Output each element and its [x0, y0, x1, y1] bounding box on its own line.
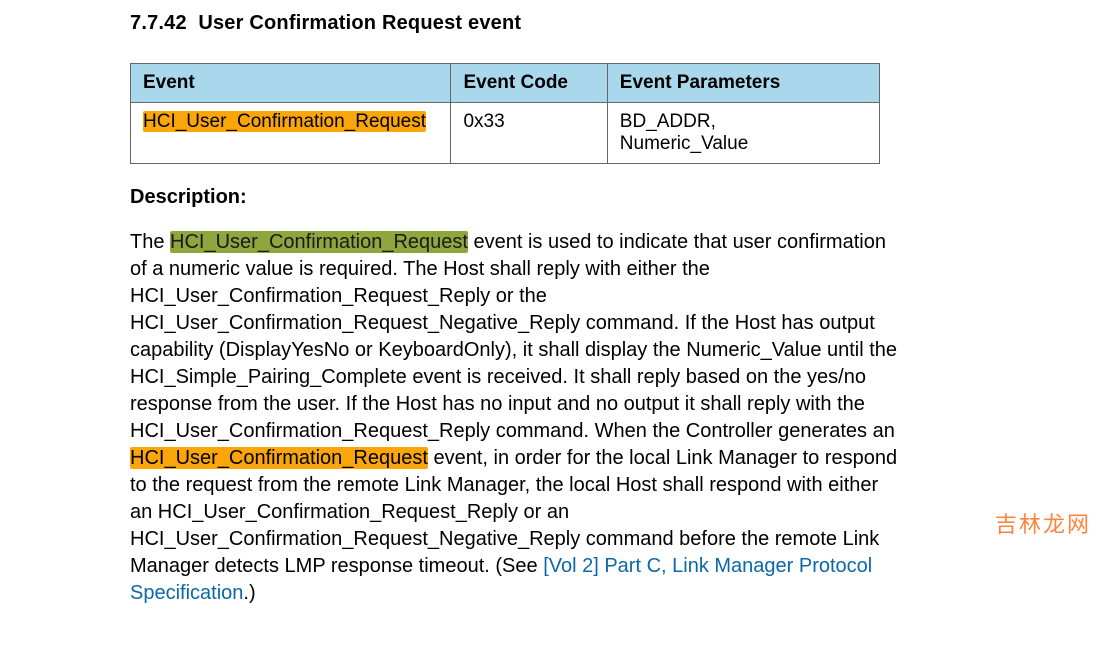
- td-event-code: 0x33: [451, 103, 607, 164]
- watermark: 吉林龙网: [995, 507, 1091, 539]
- param-numeric-value: Numeric_Value: [620, 133, 867, 155]
- table-header-row: Event Event Code Event Parameters: [131, 64, 880, 103]
- param-bd-addr: BD_ADDR,: [620, 111, 867, 133]
- th-event-parameters: Event Parameters: [607, 64, 879, 103]
- th-event: Event: [131, 64, 451, 103]
- text-segment: event is used to indicate that user conf…: [130, 231, 897, 442]
- section-title: User Confirmation Request event: [198, 12, 521, 34]
- text-segment: The: [130, 231, 170, 253]
- section-heading: 7.7.42 User Confirmation Request event: [130, 12, 1099, 35]
- highlight-event-name: HCI_User_Confirmation_Request: [143, 111, 426, 132]
- text-segment: .): [243, 582, 255, 604]
- document-page: 7.7.42 User Confirmation Request event E…: [0, 12, 1099, 607]
- table-row: HCI_User_Confirmation_Request 0x33 BD_AD…: [131, 103, 880, 164]
- highlight-term-orange: HCI_User_Confirmation_Request: [130, 447, 428, 469]
- section-number: 7.7.42: [130, 12, 187, 34]
- description-body: The HCI_User_Confirmation_Request event …: [130, 229, 900, 607]
- event-table: Event Event Code Event Parameters HCI_Us…: [130, 63, 880, 164]
- highlight-term-green: HCI_User_Confirmation_Request: [170, 231, 468, 253]
- description-label: Description:: [130, 186, 1099, 209]
- td-event: HCI_User_Confirmation_Request: [131, 103, 451, 164]
- th-event-code: Event Code: [451, 64, 607, 103]
- td-event-parameters: BD_ADDR, Numeric_Value: [607, 103, 879, 164]
